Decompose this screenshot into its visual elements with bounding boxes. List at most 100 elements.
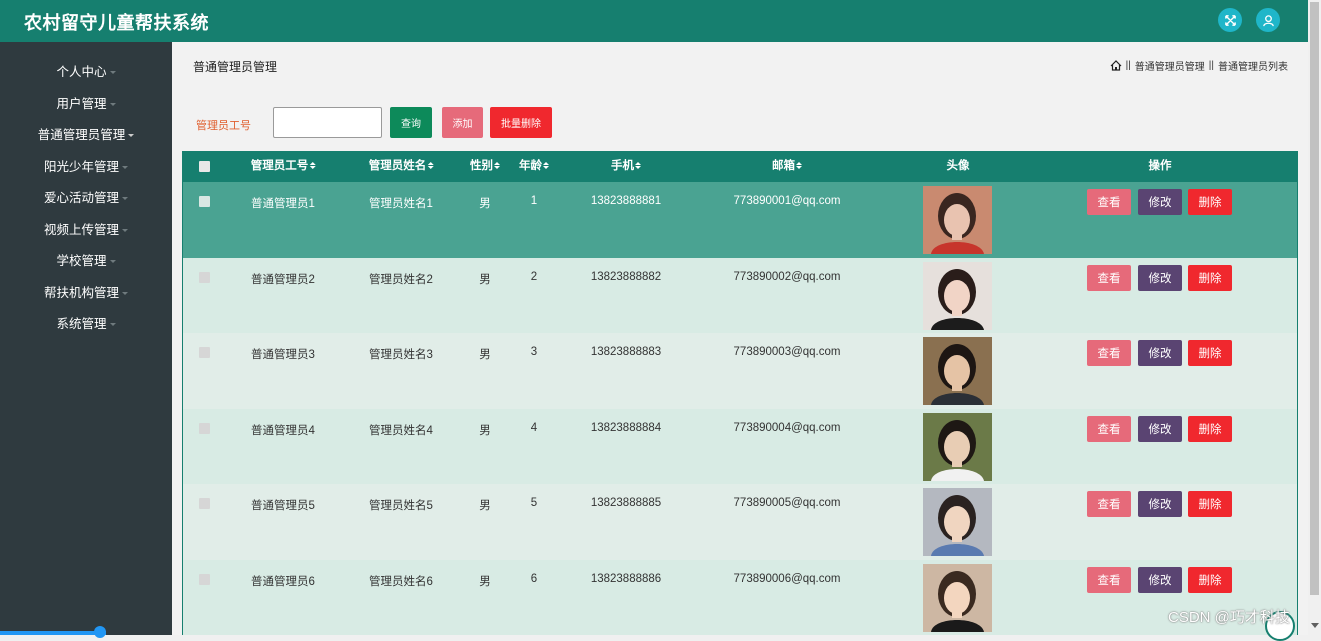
sidebar-item-videos[interactable]: 视频上传管理 — [0, 215, 172, 245]
home-icon[interactable] — [1110, 60, 1122, 71]
edit-button[interactable]: 修改 — [1138, 340, 1182, 367]
edit-button[interactable]: 修改 — [1138, 189, 1182, 215]
cell-gender: 男 — [479, 500, 491, 513]
view-button[interactable]: 查看 — [1087, 264, 1131, 291]
cell-gender: 男 — [479, 349, 491, 362]
admin-id-input[interactable] — [273, 107, 382, 138]
view-button[interactable]: 查看 — [1087, 340, 1131, 367]
sidebar-item-system[interactable]: 系统管理 — [0, 309, 172, 339]
add-button[interactable]: 添加 — [442, 107, 483, 138]
view-button[interactable]: 查看 — [1087, 491, 1131, 518]
cell-phone: 13823888883 — [590, 346, 662, 359]
sidebar-item-activities[interactable]: 爱心活动管理 — [0, 183, 172, 213]
cell-gender: 男 — [479, 424, 491, 437]
column-header-age[interactable]: 年龄 — [519, 151, 549, 182]
sidebar-scroll-handle[interactable] — [94, 626, 106, 638]
cell-phone: 13823888884 — [590, 421, 662, 434]
delete-button[interactable]: 删除 — [1188, 491, 1232, 518]
sidebar-item-admins[interactable]: 普通管理员管理 — [0, 120, 172, 150]
column-header-name[interactable]: 管理员姓名 — [369, 151, 434, 182]
scroll-down-arrow-icon[interactable] — [1311, 623, 1319, 628]
query-button[interactable]: 查询 — [390, 107, 432, 138]
sidebar-item-label: 系统管理 — [56, 317, 107, 331]
delete-button[interactable]: 删除 — [1188, 415, 1232, 442]
view-button[interactable]: 查看 — [1087, 567, 1131, 593]
column-header-gender[interactable]: 性别 — [470, 151, 500, 182]
sidebar-item-personal-center[interactable]: 个人中心 — [0, 57, 172, 87]
table-row[interactable]: 普通管理员1 管理员姓名1 男 1 13823888881 773890001@qq.co… — [183, 182, 1297, 258]
cell-admin-name: 管理员姓名2 — [369, 273, 433, 286]
breadcrumb: || 普通管理员管理 || 普通管理员列表 — [1110, 58, 1288, 73]
sidebar-item-label: 用户管理 — [56, 97, 107, 111]
sidebar-item-youth[interactable]: 阳光少年管理 — [0, 152, 172, 182]
row-checkbox[interactable] — [199, 498, 210, 510]
column-header-actions: 操作 — [1148, 160, 1172, 172]
table-row[interactable]: 普通管理员6 管理员姓名6 男 6 13823888886 773890006@qq.co… — [183, 560, 1297, 635]
edit-button[interactable]: 修改 — [1138, 415, 1182, 442]
row-checkbox[interactable] — [199, 422, 210, 434]
column-header-id[interactable]: 管理员工号 — [251, 151, 316, 182]
view-button[interactable]: 查看 — [1087, 189, 1131, 215]
breadcrumb-separator: || — [1208, 60, 1214, 71]
view-button[interactable]: 查看 — [1087, 415, 1131, 442]
edit-button[interactable]: 修改 — [1138, 567, 1182, 593]
cell-email: 773890005@qq.com — [733, 497, 841, 510]
cell-admin-name: 管理员姓名5 — [369, 500, 433, 513]
delete-button[interactable]: 删除 — [1188, 567, 1232, 593]
sort-icon[interactable] — [796, 162, 802, 170]
sidebar-item-organizations[interactable]: 帮扶机构管理 — [0, 278, 172, 308]
cell-email: 773890004@qq.com — [733, 421, 841, 434]
select-all-checkbox[interactable] — [199, 161, 210, 172]
cell-admin-name: 管理员姓名4 — [369, 424, 433, 437]
sidebar-item-label: 帮扶机构管理 — [43, 286, 119, 300]
avatar — [923, 186, 992, 254]
cell-age: 5 — [530, 497, 538, 510]
sort-icon[interactable] — [309, 162, 316, 170]
sort-icon[interactable] — [427, 162, 434, 170]
row-checkbox[interactable] — [199, 196, 210, 207]
row-checkbox[interactable] — [199, 347, 210, 359]
user-icon[interactable] — [1256, 8, 1280, 32]
delete-button[interactable]: 删除 — [1188, 264, 1232, 291]
sort-icon[interactable] — [494, 162, 500, 170]
avatar — [923, 261, 992, 330]
delete-button[interactable]: 删除 — [1188, 189, 1232, 215]
page-title: 普通管理员管理 — [193, 60, 278, 74]
sidebar-item-schools[interactable]: 学校管理 — [0, 246, 172, 276]
fullscreen-icon[interactable] — [1218, 8, 1242, 32]
table-row[interactable]: 普通管理员2 管理员姓名2 男 2 13823888882 773890002@qq.co… — [183, 257, 1297, 334]
table-row[interactable]: 普通管理员5 管理员姓名5 男 5 13823888885 773890005@qq.co… — [183, 484, 1297, 560]
avatar — [923, 337, 992, 406]
cell-admin-id: 普通管理员1 — [251, 198, 315, 210]
sort-icon[interactable] — [635, 162, 641, 170]
caret-down-icon — [122, 292, 128, 296]
row-checkbox[interactable] — [199, 271, 210, 283]
column-header-phone[interactable]: 手机 — [611, 151, 641, 182]
avatar — [923, 488, 992, 557]
cell-admin-name: 管理员姓名1 — [369, 198, 433, 210]
cell-admin-id: 普通管理员5 — [251, 500, 315, 513]
batch-delete-button[interactable]: 批量删除 — [490, 107, 552, 138]
table-row[interactable]: 普通管理员4 管理员姓名4 男 4 13823888884 773890004@qq.co… — [183, 408, 1297, 485]
edit-button[interactable]: 修改 — [1138, 491, 1182, 518]
column-header-email[interactable]: 邮箱 — [772, 151, 802, 182]
delete-button[interactable]: 删除 — [1188, 340, 1232, 367]
cell-admin-id: 普通管理员6 — [251, 576, 315, 588]
sort-icon[interactable] — [543, 162, 549, 170]
edit-button[interactable]: 修改 — [1138, 264, 1182, 291]
row-checkbox[interactable] — [199, 574, 210, 585]
table-row[interactable]: 普通管理员3 管理员姓名3 男 3 13823888883 773890003@qq.co… — [183, 333, 1297, 409]
app-title: 农村留守儿童帮扶系统 — [24, 13, 209, 33]
breadcrumb-item-admins[interactable]: 普通管理员管理 — [1135, 58, 1205, 73]
cell-phone: 13823888882 — [590, 270, 662, 283]
avatar — [923, 412, 992, 481]
cell-age: 6 — [530, 573, 538, 585]
column-header-label: 邮箱 — [772, 160, 795, 172]
sidebar-item-label: 阳光少年管理 — [43, 160, 119, 174]
watermark: CSDN @巧才科技 — [1168, 609, 1290, 626]
cell-age: 4 — [530, 421, 538, 434]
cell-admin-name: 管理员姓名6 — [369, 576, 433, 588]
page-scrollbar-thumb[interactable] — [1310, 2, 1319, 595]
sidebar-item-label: 普通管理员管理 — [37, 128, 126, 142]
sidebar-item-users[interactable]: 用户管理 — [0, 89, 172, 119]
